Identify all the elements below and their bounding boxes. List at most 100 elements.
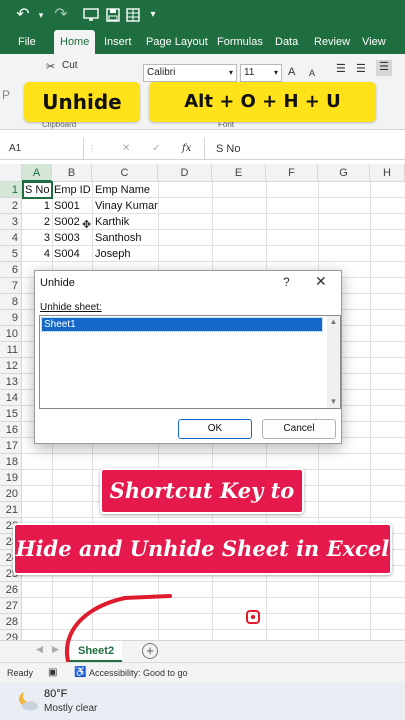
table-icon[interactable]: [122, 4, 144, 26]
row-header[interactable]: 27: [0, 598, 22, 614]
column-header-f[interactable]: F: [266, 164, 318, 182]
cancel-button[interactable]: Cancel: [262, 419, 336, 439]
tab-home[interactable]: Home: [54, 30, 96, 54]
ok-button[interactable]: OK: [178, 419, 252, 439]
row-header[interactable]: 18: [0, 454, 22, 470]
row-header[interactable]: 1: [0, 182, 22, 198]
macro-recording-icon[interactable]: ▣: [48, 663, 57, 683]
cell-a3[interactable]: 2: [24, 214, 50, 230]
column-header-a[interactable]: A: [22, 164, 52, 182]
tab-data[interactable]: Data: [275, 30, 298, 54]
tab-insert[interactable]: Insert: [104, 30, 132, 54]
font-name-dropdown[interactable]: Calibri ▾: [143, 64, 237, 82]
help-icon[interactable]: ?: [283, 275, 290, 289]
cancel-entry-icon[interactable]: ✕: [122, 138, 130, 160]
column-header-d[interactable]: D: [158, 164, 212, 182]
weather-condition[interactable]: Mostly clear: [44, 703, 97, 714]
cell-a5[interactable]: 4: [24, 246, 50, 262]
tab-formulas[interactable]: Formulas: [217, 30, 263, 54]
shrink-font-button[interactable]: A: [309, 68, 315, 78]
row-header[interactable]: 13: [0, 374, 22, 390]
cell-b1[interactable]: Emp ID: [54, 182, 92, 198]
tab-file[interactable]: File: [18, 30, 36, 54]
tab-view[interactable]: View: [362, 30, 386, 54]
cell-b2[interactable]: S001: [54, 198, 92, 214]
formula-bar: A1 ⋮ ✕ ✓ fx S No: [0, 138, 405, 160]
font-size-value: 11: [244, 67, 255, 78]
weather-moon-icon[interactable]: [16, 689, 40, 713]
status-bar: Ready ▣ ♿ Accessibility: Good to go: [0, 662, 405, 682]
tab-review[interactable]: Review: [314, 30, 350, 54]
paste-button[interactable]: P: [2, 88, 10, 102]
row-header[interactable]: 20: [0, 486, 22, 502]
gridline-v: [370, 182, 371, 646]
select-all-corner[interactable]: [0, 164, 22, 182]
row-header[interactable]: 26: [0, 582, 22, 598]
row-header[interactable]: 7: [0, 278, 22, 294]
cell-a4[interactable]: 3: [24, 230, 50, 246]
row-header[interactable]: 11: [0, 342, 22, 358]
list-scrollbar[interactable]: ▲ ▼: [327, 316, 340, 408]
column-header-h[interactable]: H: [370, 164, 405, 182]
row-header[interactable]: 16: [0, 422, 22, 438]
align-bottom-icon[interactable]: ☰: [376, 60, 392, 76]
accessibility-icon[interactable]: ♿: [74, 663, 86, 683]
tab-page-layout[interactable]: Page Layout: [146, 30, 208, 54]
save-icon[interactable]: [102, 4, 124, 26]
cell-c1[interactable]: Emp Name: [95, 182, 157, 198]
row-header[interactable]: 12: [0, 358, 22, 374]
row-header[interactable]: 28: [0, 614, 22, 630]
chevron-down-icon: ▾: [228, 68, 233, 77]
confirm-entry-icon[interactable]: ✓: [152, 138, 160, 160]
row-header[interactable]: 10: [0, 326, 22, 342]
undo-dropdown-icon[interactable]: ▾: [30, 4, 52, 26]
cell-c4[interactable]: Santhosh: [95, 230, 157, 246]
row-header[interactable]: 2: [0, 198, 22, 214]
align-middle-icon[interactable]: ☰: [356, 62, 366, 75]
row-header[interactable]: 8: [0, 294, 22, 310]
present-icon[interactable]: [80, 4, 102, 26]
row-header[interactable]: 3: [0, 214, 22, 230]
scroll-tabs-left-icon[interactable]: ◀: [36, 644, 43, 655]
grow-font-button[interactable]: A: [288, 66, 295, 78]
scroll-up-icon[interactable]: ▲: [327, 316, 340, 328]
cell-c5[interactable]: Joseph: [95, 246, 157, 262]
row-header[interactable]: 19: [0, 470, 22, 486]
column-header-c[interactable]: C: [92, 164, 158, 182]
column-header-b[interactable]: B: [52, 164, 92, 182]
cell-a2[interactable]: 1: [24, 198, 50, 214]
hidden-sheets-list[interactable]: Sheet1 ▲ ▼: [39, 315, 341, 409]
align-top-icon[interactable]: ☰: [336, 62, 346, 75]
cut-icon[interactable]: ✂: [46, 60, 55, 73]
customize-icon[interactable]: ▾: [142, 4, 164, 26]
close-icon[interactable]: ✕: [315, 273, 327, 290]
row-header[interactable]: 21: [0, 502, 22, 518]
weather-temperature[interactable]: 80°F: [44, 688, 67, 700]
formula-input[interactable]: S No: [216, 138, 240, 160]
name-box[interactable]: A1: [0, 138, 84, 160]
cell-c2[interactable]: Vinay Kumar: [95, 198, 158, 214]
list-item-sheet1[interactable]: Sheet1: [41, 317, 323, 332]
gridline-h: [22, 517, 405, 518]
accessibility-status[interactable]: Accessibility: Good to go: [89, 663, 188, 683]
unhide-banner: Unhide: [24, 82, 140, 122]
cell-b4[interactable]: S003: [54, 230, 92, 246]
row-header[interactable]: 17: [0, 438, 22, 454]
ready-status: Ready: [7, 668, 34, 678]
cell-b5[interactable]: S004: [54, 246, 92, 262]
name-box-dropdown-icon[interactable]: ⋮: [88, 138, 100, 160]
cut-label[interactable]: Cut: [62, 60, 78, 71]
cell-c3[interactable]: Karthik: [95, 214, 157, 230]
redo-icon[interactable]: ↷: [50, 4, 72, 26]
column-header-e[interactable]: E: [212, 164, 266, 182]
row-header[interactable]: 5: [0, 246, 22, 262]
column-header-g[interactable]: G: [318, 164, 370, 182]
scroll-down-icon[interactable]: ▼: [327, 396, 340, 408]
font-size-dropdown[interactable]: 11 ▾: [240, 64, 282, 82]
row-header[interactable]: 9: [0, 310, 22, 326]
row-header[interactable]: 14: [0, 390, 22, 406]
row-header[interactable]: 4: [0, 230, 22, 246]
row-header[interactable]: 15: [0, 406, 22, 422]
row-header[interactable]: 6: [0, 262, 22, 278]
insert-function-icon[interactable]: fx: [182, 138, 191, 160]
